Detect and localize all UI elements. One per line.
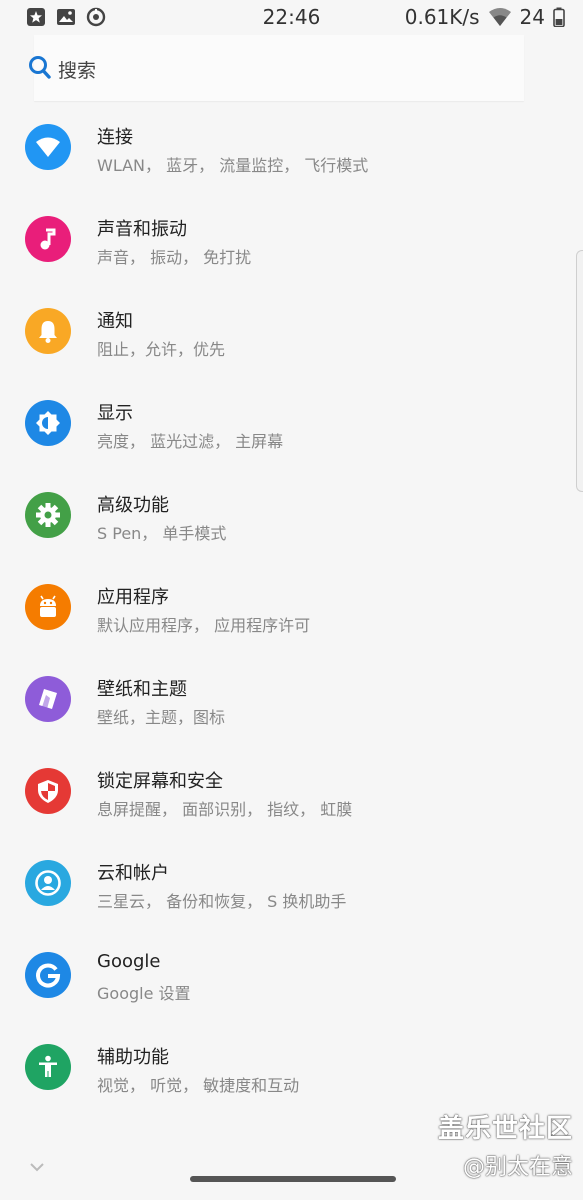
item-subtitle: 阻止，允许，优先 <box>97 340 226 359</box>
wifi-icon <box>488 7 512 27</box>
settings-item-wallpapers-themes[interactable]: 壁纸和主题 壁纸，主题，图标 <box>0 654 583 746</box>
wifi-icon <box>25 124 71 170</box>
accessibility-icon <box>25 1044 71 1090</box>
search-bar[interactable]: 搜索 <box>29 35 524 101</box>
item-title: 高级功能 <box>97 495 169 516</box>
chevron-down-icon[interactable] <box>28 1158 46 1177</box>
account-icon <box>25 860 71 906</box>
item-subtitle: 亮度， 蓝光过滤， 主屏幕 <box>97 432 284 451</box>
item-subtitle: 三星云， 备份和恢复， S 换机助手 <box>97 892 347 911</box>
battery-icon <box>553 7 565 27</box>
item-subtitle: 息屏提醒， 面部识别， 指纹， 虹膜 <box>97 800 353 819</box>
clock: 22:46 <box>262 5 321 29</box>
item-title: 应用程序 <box>97 587 169 608</box>
item-subtitle: Google 设置 <box>97 984 191 1003</box>
image-notification-icon <box>56 7 76 27</box>
item-title: Google <box>97 951 161 972</box>
settings-item-lock-screen-security[interactable]: 锁定屏幕和安全 息屏提醒， 面部识别， 指纹， 虹膜 <box>0 746 583 838</box>
shield-icon <box>25 768 71 814</box>
settings-item-apps[interactable]: 应用程序 默认应用程序， 应用程序许可 <box>0 562 583 654</box>
item-subtitle: 声音， 振动， 免打扰 <box>97 248 252 267</box>
settings-list: 连接 WLAN， 蓝牙， 流量监控， 飞行模式 声音和振动 声音， 振动， 免打… <box>0 102 583 1114</box>
settings-item-notifications[interactable]: 通知 阻止，允许，优先 <box>0 286 583 378</box>
watermark-author: @别太在意 <box>462 1155 573 1180</box>
settings-item-connections[interactable]: 连接 WLAN， 蓝牙， 流量监控， 飞行模式 <box>0 102 583 194</box>
android-icon <box>25 584 71 630</box>
settings-item-accessibility[interactable]: 辅助功能 视觉， 听觉， 敏捷度和互动 <box>0 1022 583 1114</box>
item-subtitle: WLAN， 蓝牙， 流量监控， 飞行模式 <box>97 156 369 175</box>
network-speed: 0.61K/s <box>404 5 480 29</box>
notification-icons <box>26 7 106 27</box>
home-indicator[interactable] <box>190 1176 396 1182</box>
settings-item-google[interactable]: Google Google 设置 <box>0 930 583 1022</box>
bell-icon <box>25 308 71 354</box>
gear-icon <box>25 492 71 538</box>
item-subtitle: 壁纸，主题，图标 <box>97 708 226 727</box>
watermark-title: 盖乐世社区 <box>437 1114 573 1144</box>
sync-notification-icon <box>86 7 106 27</box>
item-title: 声音和振动 <box>97 219 187 240</box>
item-title: 显示 <box>97 403 133 424</box>
item-subtitle: 视觉， 听觉， 敏捷度和互动 <box>97 1076 300 1095</box>
watermark: 盖乐世社区 @别太在意 <box>438 1108 573 1181</box>
item-title: 通知 <box>97 311 133 332</box>
item-subtitle: 默认应用程序， 应用程序许可 <box>97 616 311 635</box>
item-title: 云和帐户 <box>97 863 169 884</box>
battery-level: 24 <box>519 5 545 29</box>
music-note-icon <box>25 216 71 262</box>
search-input[interactable]: 搜索 <box>58 56 96 83</box>
system-status: 0.61K/s 24 <box>405 5 565 29</box>
gallery-notification-icon <box>26 7 46 27</box>
settings-item-sound[interactable]: 声音和振动 声音， 振动， 免打扰 <box>0 194 583 286</box>
search-icon[interactable] <box>28 55 52 85</box>
settings-item-cloud-accounts[interactable]: 云和帐户 三星云， 备份和恢复， S 换机助手 <box>0 838 583 930</box>
settings-item-display[interactable]: 显示 亮度， 蓝光过滤， 主屏幕 <box>0 378 583 470</box>
status-bar: 22:46 0.61K/s 24 <box>0 0 583 34</box>
theme-brush-icon <box>25 676 71 722</box>
google-g-icon <box>25 952 71 998</box>
edge-panel-handle[interactable] <box>576 250 583 492</box>
item-title: 锁定屏幕和安全 <box>97 771 223 792</box>
item-title: 壁纸和主题 <box>97 679 187 700</box>
brightness-icon <box>25 400 71 446</box>
item-title: 辅助功能 <box>97 1047 169 1068</box>
settings-item-advanced-features[interactable]: 高级功能 S Pen， 单手模式 <box>0 470 583 562</box>
item-title: 连接 <box>97 127 133 148</box>
item-subtitle: S Pen， 单手模式 <box>97 524 227 543</box>
